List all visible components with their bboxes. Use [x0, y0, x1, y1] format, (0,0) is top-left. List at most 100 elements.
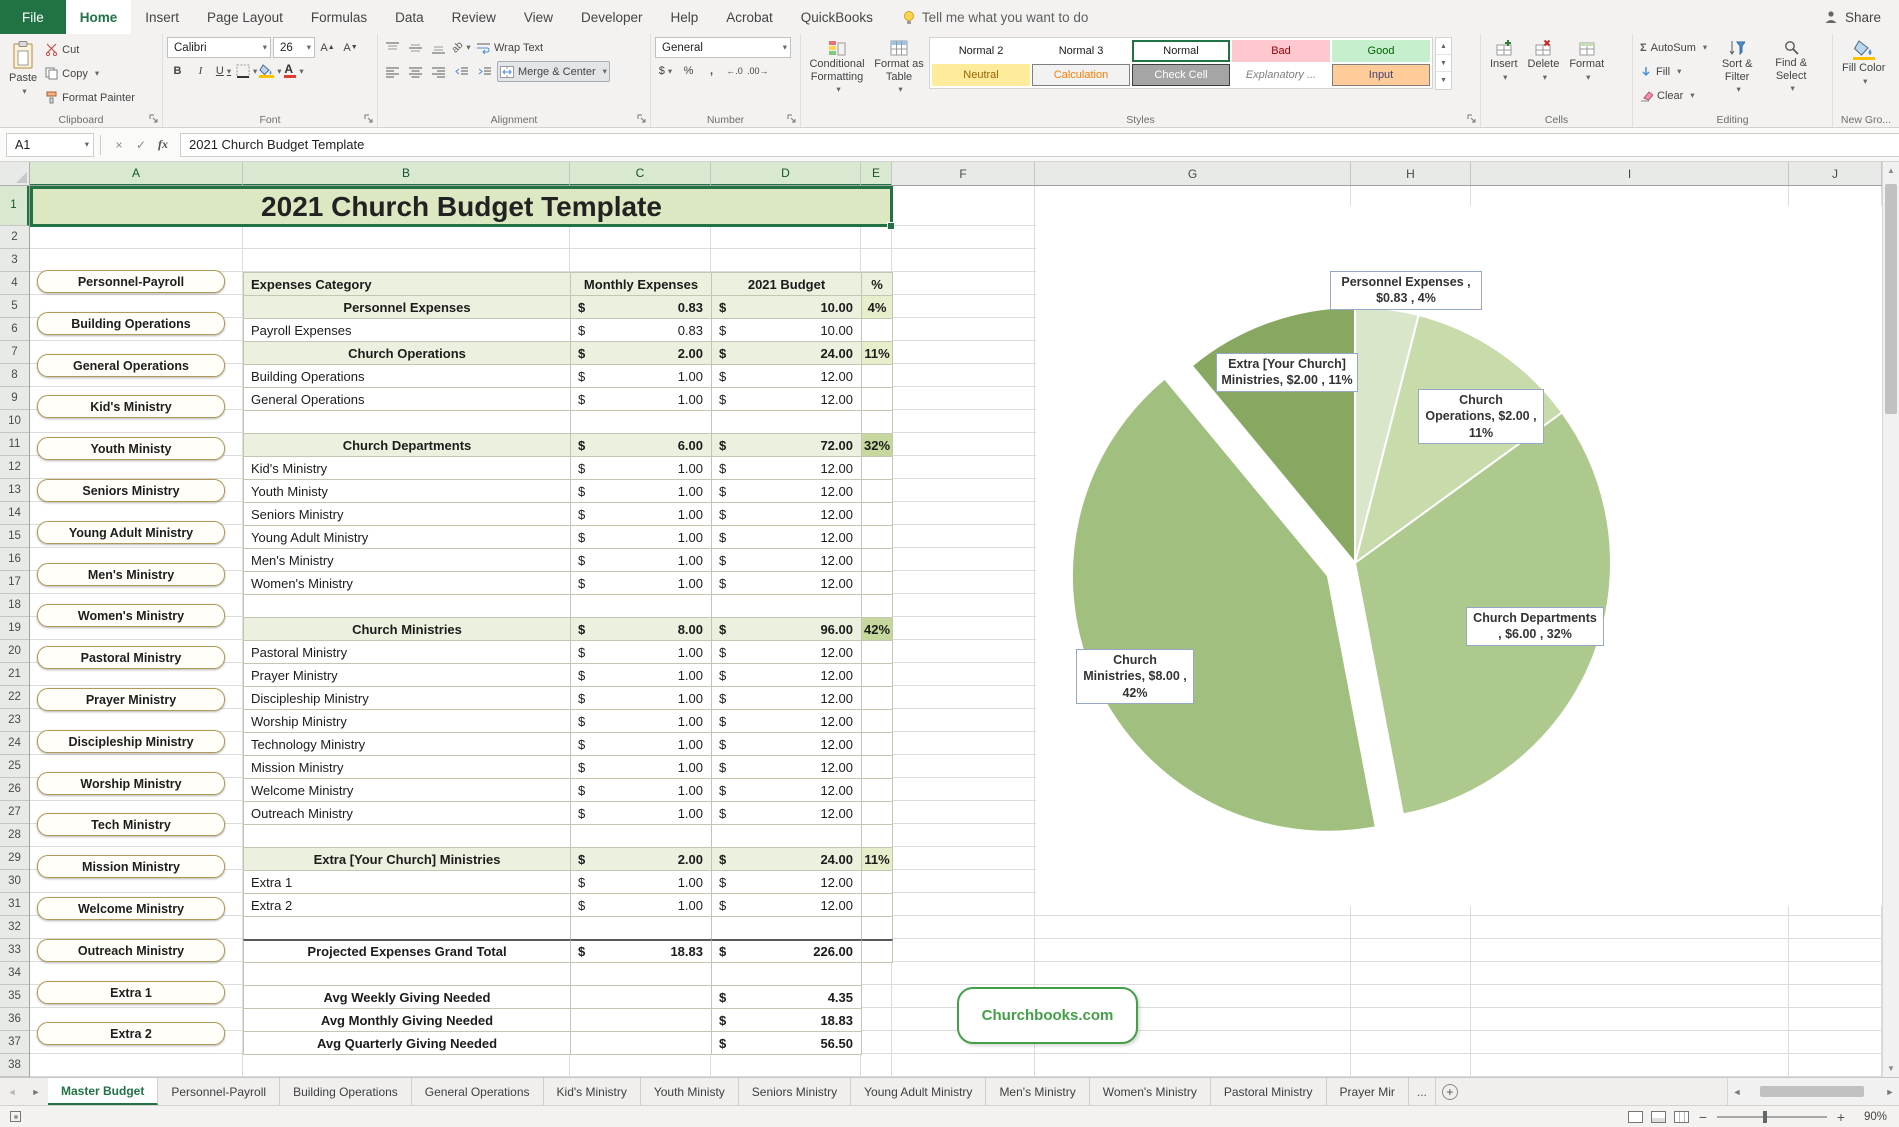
row-header-6[interactable]: 6 — [0, 318, 29, 341]
formula-input[interactable]: 2021 Church Budget Template — [180, 133, 1899, 157]
cell-B17[interactable]: Women's Ministry — [243, 571, 571, 595]
cell-C17[interactable]: $1.00 — [570, 571, 712, 595]
ribbon-tab-page-layout[interactable]: Page Layout — [193, 0, 297, 34]
cell-E14[interactable] — [861, 502, 893, 526]
cell-E22[interactable] — [861, 686, 893, 710]
tab-scroll-left-button[interactable]: ◄ — [0, 1078, 24, 1105]
align-left-button[interactable] — [382, 62, 403, 82]
page-break-view-button[interactable] — [1674, 1111, 1689, 1123]
sheet-tab-women-s-ministry[interactable]: Women's Ministry — [1090, 1078, 1211, 1105]
horizontal-scroll-track[interactable] — [1746, 1085, 1881, 1098]
cell-D25[interactable]: $12.00 — [711, 755, 862, 779]
cell-B30[interactable]: Extra 1 — [243, 870, 571, 894]
cell-C14[interactable]: $1.00 — [570, 502, 712, 526]
row-header-11[interactable]: 11 — [0, 433, 29, 456]
cell-E11[interactable]: 32% — [861, 433, 893, 457]
cell-E25[interactable] — [861, 755, 893, 779]
fill-button[interactable]: Fill▾ — [1637, 61, 1710, 82]
cell-B36[interactable]: Avg Monthly Giving Needed — [243, 1008, 571, 1032]
cell-E33[interactable] — [861, 939, 893, 963]
gallery-more-icon[interactable]: ▼ — [1436, 72, 1451, 89]
cell-D20[interactable]: $12.00 — [711, 640, 862, 664]
clipboard-dialog-launcher[interactable] — [147, 112, 159, 124]
cell-B26[interactable]: Welcome Ministry — [243, 778, 571, 802]
align-middle-button[interactable] — [405, 38, 426, 58]
format-as-table-button[interactable]: Format as Table ▾ — [869, 37, 929, 98]
cell-E7[interactable]: 11% — [861, 341, 893, 365]
cell-C22[interactable]: $1.00 — [570, 686, 712, 710]
cell-D24[interactable]: $12.00 — [711, 732, 862, 756]
enter-formula-button[interactable]: ✓ — [130, 133, 152, 157]
find-select-button[interactable]: Find & Select▾ — [1764, 37, 1818, 97]
shape-button-outreach-ministry[interactable]: Outreach Ministry — [37, 939, 225, 962]
cell-B5[interactable]: Personnel Expenses — [243, 295, 571, 319]
row-header-35[interactable]: 35 — [0, 985, 29, 1008]
cell-C34[interactable] — [570, 962, 712, 986]
row-header-28[interactable]: 28 — [0, 824, 29, 847]
zoom-level[interactable]: 90% — [1855, 1111, 1887, 1123]
cell-C6[interactable]: $0.83 — [570, 318, 712, 342]
cell-E17[interactable] — [861, 571, 893, 595]
column-header-j[interactable]: J — [1789, 162, 1882, 186]
cell-C5[interactable]: $0.83 — [570, 295, 712, 319]
sheet-tab-personnel-payroll[interactable]: Personnel-Payroll — [158, 1078, 280, 1105]
cell-D33[interactable]: $226.00 — [711, 939, 862, 963]
cell-D12[interactable]: $12.00 — [711, 456, 862, 480]
accounting-format-button[interactable]: $▾ — [655, 61, 676, 81]
cell-C32[interactable] — [570, 916, 712, 940]
row-header-7[interactable]: 7 — [0, 341, 29, 364]
cell-style-calculation[interactable]: Calculation — [1032, 64, 1130, 86]
sheet-tab-young-adult-ministry[interactable]: Young Adult Ministry — [851, 1078, 986, 1105]
row-header-24[interactable]: 24 — [0, 732, 29, 755]
gallery-down-icon[interactable]: ▼ — [1436, 55, 1451, 72]
row-header-4[interactable]: 4 — [0, 272, 29, 295]
orientation-button[interactable]: ab▾ — [451, 38, 472, 58]
cell-C11[interactable]: $6.00 — [570, 433, 712, 457]
format-cells-button[interactable]: Format▾ — [1564, 37, 1609, 85]
font-size-combo[interactable]: 26▾ — [273, 37, 315, 58]
add-sheet-button[interactable]: + — [1436, 1078, 1464, 1105]
cell-C12[interactable]: $1.00 — [570, 456, 712, 480]
shape-button-discipleship-ministry[interactable]: Discipleship Ministry — [37, 730, 225, 753]
vertical-scrollbar[interactable]: ▲ ▼ — [1882, 162, 1899, 1077]
cell-D28[interactable] — [711, 824, 862, 848]
merge-center-button[interactable]: Merge & Center▾ — [497, 61, 610, 82]
align-center-button[interactable] — [405, 62, 426, 82]
column-header-b[interactable]: B — [243, 162, 570, 186]
shape-button-mission-ministry[interactable]: Mission Ministry — [37, 855, 225, 878]
cell-E21[interactable] — [861, 663, 893, 687]
shape-button-general-operations[interactable]: General Operations — [37, 354, 225, 377]
ribbon-tab-quickbooks[interactable]: QuickBooks — [787, 0, 887, 34]
cell-E10[interactable] — [861, 410, 893, 434]
paste-dropdown-arrow[interactable]: ▾ — [22, 87, 26, 97]
ribbon-tab-developer[interactable]: Developer — [567, 0, 657, 34]
sheet-tab-building-operations[interactable]: Building Operations — [280, 1078, 412, 1105]
fill-color-button[interactable]: ▾ — [259, 61, 281, 81]
shape-button-pastoral-ministry[interactable]: Pastoral Ministry — [37, 646, 225, 669]
cell-style-check-cell[interactable]: Check Cell — [1132, 64, 1230, 86]
row-header-13[interactable]: 13 — [0, 479, 29, 502]
cell-D4[interactable]: 2021 Budget — [711, 272, 862, 296]
cell-D18[interactable] — [711, 594, 862, 618]
cell-D37[interactable]: $56.50 — [711, 1031, 862, 1055]
insert-cells-button[interactable]: Insert▾ — [1485, 37, 1523, 85]
row-header-10[interactable]: 10 — [0, 410, 29, 433]
cell-B15[interactable]: Young Adult Ministry — [243, 525, 571, 549]
scroll-left-button[interactable]: ◄ — [1728, 1087, 1746, 1097]
format-painter-button[interactable]: Format Painter — [42, 87, 138, 108]
cell-D32[interactable] — [711, 916, 862, 940]
cell-B37[interactable]: Avg Quarterly Giving Needed — [243, 1031, 571, 1055]
shape-button-youth-ministy[interactable]: Youth Ministy — [37, 437, 225, 460]
row-header-32[interactable]: 32 — [0, 916, 29, 939]
cell-E9[interactable] — [861, 387, 893, 411]
row-header-1[interactable]: 1 — [0, 186, 29, 226]
zoom-slider[interactable] — [1717, 1111, 1827, 1123]
cell-C24[interactable]: $1.00 — [570, 732, 712, 756]
cell-C27[interactable]: $1.00 — [570, 801, 712, 825]
grid[interactable]: Personnel Expenses , $0.83 , 4% Extra [Y… — [30, 186, 1882, 1077]
shape-button-young-adult-ministry[interactable]: Young Adult Ministry — [37, 521, 225, 544]
decrease-decimal-button[interactable]: .00→ — [747, 61, 769, 81]
column-header-f[interactable]: F — [892, 162, 1035, 186]
row-header-21[interactable]: 21 — [0, 663, 29, 686]
cancel-formula-button[interactable]: × — [108, 133, 130, 157]
